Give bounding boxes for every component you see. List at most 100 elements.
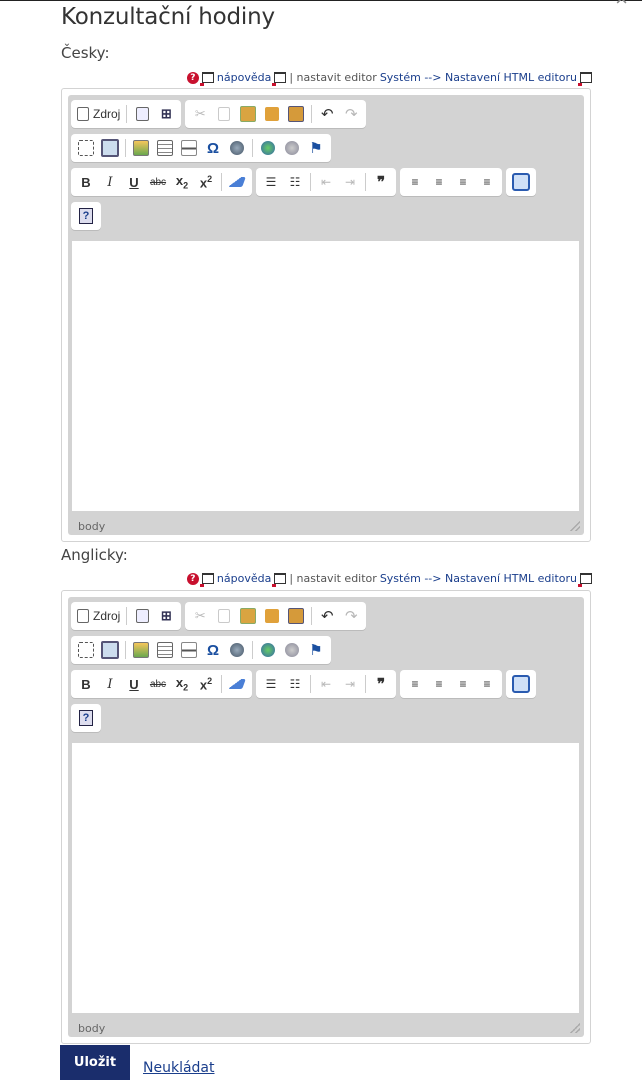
anchor-button[interactable]: ⚑ bbox=[305, 137, 327, 159]
editor-content-area[interactable] bbox=[72, 241, 579, 511]
image-button[interactable] bbox=[130, 639, 152, 661]
select-all-button[interactable] bbox=[75, 137, 97, 159]
resize-handle[interactable] bbox=[570, 521, 580, 531]
redo-button[interactable]: ↷ bbox=[340, 103, 362, 125]
bulleted-list-icon: ☷ bbox=[289, 175, 301, 189]
align-left-button[interactable]: ≡ bbox=[404, 171, 426, 193]
maximize-button[interactable] bbox=[99, 137, 121, 159]
cut-button[interactable]: ✂ bbox=[189, 605, 211, 627]
preview-button[interactable] bbox=[131, 103, 153, 125]
justify-button[interactable]: ≡ bbox=[476, 673, 498, 695]
superscript-button[interactable]: x2 bbox=[195, 673, 217, 695]
toolbar-group-align: ≡ ≡ ≡ ≡ bbox=[400, 168, 502, 196]
link-button[interactable] bbox=[257, 137, 279, 159]
superscript-button[interactable]: x2 bbox=[195, 171, 217, 193]
outdent-button[interactable]: ⇤ bbox=[315, 673, 337, 695]
help-link[interactable]: nápověda bbox=[217, 71, 271, 84]
editor-settings-link[interactable]: Systém --> Nastavení HTML editoru bbox=[380, 71, 577, 84]
undo-icon: ↶ bbox=[321, 608, 334, 625]
table-icon bbox=[157, 140, 173, 156]
close-icon[interactable]: × bbox=[615, 0, 628, 10]
about-button[interactable]: ? bbox=[75, 205, 97, 227]
show-blocks-button[interactable] bbox=[510, 673, 532, 695]
undo-button[interactable]: ↶ bbox=[316, 605, 338, 627]
table-button[interactable] bbox=[154, 639, 176, 661]
special-char-button[interactable]: Ω bbox=[202, 639, 224, 661]
about-button[interactable]: ? bbox=[75, 707, 97, 729]
show-blocks-button[interactable] bbox=[510, 171, 532, 193]
find-button[interactable]: ⊞ bbox=[155, 103, 177, 125]
blockquote-button[interactable]: ❞ bbox=[370, 673, 392, 695]
redo-icon: ↷ bbox=[345, 106, 358, 123]
strike-icon: abc bbox=[149, 176, 167, 188]
save-button[interactable]: Uložit bbox=[60, 1045, 130, 1080]
indent-button[interactable]: ⇥ bbox=[339, 673, 361, 695]
align-right-button[interactable]: ≡ bbox=[452, 673, 474, 695]
link-button[interactable] bbox=[257, 639, 279, 661]
remove-format-button[interactable] bbox=[226, 673, 248, 695]
table-button[interactable] bbox=[154, 137, 176, 159]
unlink-button[interactable] bbox=[281, 137, 303, 159]
justify-button[interactable]: ≡ bbox=[476, 171, 498, 193]
html-editor-czech: Zdroj ⊞ ✂ ↶ ↷ Ω ⚑ B I U abc x2 x2 ☰ ☷ ⇤ … bbox=[61, 88, 591, 542]
numbered-list-button[interactable]: ☰ bbox=[260, 673, 282, 695]
special-char-button[interactable]: Ω bbox=[202, 137, 224, 159]
indent-button[interactable]: ⇥ bbox=[339, 171, 361, 193]
subscript-button[interactable]: x2 bbox=[171, 673, 193, 695]
align-right-button[interactable]: ≡ bbox=[452, 171, 474, 193]
image-button[interactable] bbox=[130, 137, 152, 159]
numbered-list-button[interactable]: ☰ bbox=[260, 171, 282, 193]
resize-handle[interactable] bbox=[570, 1023, 580, 1033]
bulleted-list-button[interactable]: ☷ bbox=[284, 673, 306, 695]
strike-button[interactable]: abc bbox=[147, 171, 169, 193]
source-button[interactable]: Zdroj bbox=[75, 605, 122, 627]
underline-icon: U bbox=[129, 676, 139, 692]
underline-button[interactable]: U bbox=[123, 171, 145, 193]
copy-button[interactable] bbox=[213, 605, 235, 627]
iframe-button[interactable] bbox=[226, 639, 248, 661]
underline-button[interactable]: U bbox=[123, 673, 145, 695]
editor-content-area[interactable] bbox=[72, 743, 579, 1013]
italic-button[interactable]: I bbox=[99, 673, 121, 695]
toolbar-separator bbox=[125, 139, 126, 157]
bold-button[interactable]: B bbox=[75, 673, 97, 695]
maximize-button[interactable] bbox=[99, 639, 121, 661]
paste-button[interactable] bbox=[237, 103, 259, 125]
anchor-button[interactable]: ⚑ bbox=[305, 639, 327, 661]
align-center-icon: ≡ bbox=[435, 677, 443, 691]
remove-format-button[interactable] bbox=[226, 171, 248, 193]
paste-text-button[interactable] bbox=[261, 605, 283, 627]
paste-word-button[interactable] bbox=[285, 103, 307, 125]
iframe-button[interactable] bbox=[226, 137, 248, 159]
help-link[interactable]: nápověda bbox=[217, 572, 271, 585]
help-icon[interactable]: ? bbox=[186, 572, 199, 585]
redo-button[interactable]: ↷ bbox=[340, 605, 362, 627]
paste-button[interactable] bbox=[237, 605, 259, 627]
blockquote-button[interactable]: ❞ bbox=[370, 171, 392, 193]
align-center-button[interactable]: ≡ bbox=[428, 673, 450, 695]
toolbar-row-2: Ω ⚑ bbox=[71, 134, 331, 162]
outdent-button[interactable]: ⇤ bbox=[315, 171, 337, 193]
italic-button[interactable]: I bbox=[99, 171, 121, 193]
source-button[interactable]: Zdroj bbox=[75, 103, 122, 125]
find-button[interactable]: ⊞ bbox=[155, 605, 177, 627]
subscript-button[interactable]: x2 bbox=[171, 171, 193, 193]
copy-button[interactable] bbox=[213, 103, 235, 125]
horizontal-line-button[interactable] bbox=[178, 137, 200, 159]
align-left-button[interactable]: ≡ bbox=[404, 673, 426, 695]
editor-settings-link[interactable]: Systém --> Nastavení HTML editoru bbox=[380, 572, 577, 585]
cut-button[interactable]: ✂ bbox=[189, 103, 211, 125]
strike-button[interactable]: abc bbox=[147, 673, 169, 695]
bulleted-list-button[interactable]: ☷ bbox=[284, 171, 306, 193]
unlink-button[interactable] bbox=[281, 639, 303, 661]
help-icon[interactable]: ? bbox=[186, 71, 199, 84]
paste-word-button[interactable] bbox=[285, 605, 307, 627]
bold-button[interactable]: B bbox=[75, 171, 97, 193]
select-all-button[interactable] bbox=[75, 639, 97, 661]
undo-button[interactable]: ↶ bbox=[316, 103, 338, 125]
horizontal-line-button[interactable] bbox=[178, 639, 200, 661]
cancel-link[interactable]: Neukládat bbox=[143, 1060, 215, 1076]
align-center-button[interactable]: ≡ bbox=[428, 171, 450, 193]
paste-text-button[interactable] bbox=[261, 103, 283, 125]
preview-button[interactable] bbox=[131, 605, 153, 627]
